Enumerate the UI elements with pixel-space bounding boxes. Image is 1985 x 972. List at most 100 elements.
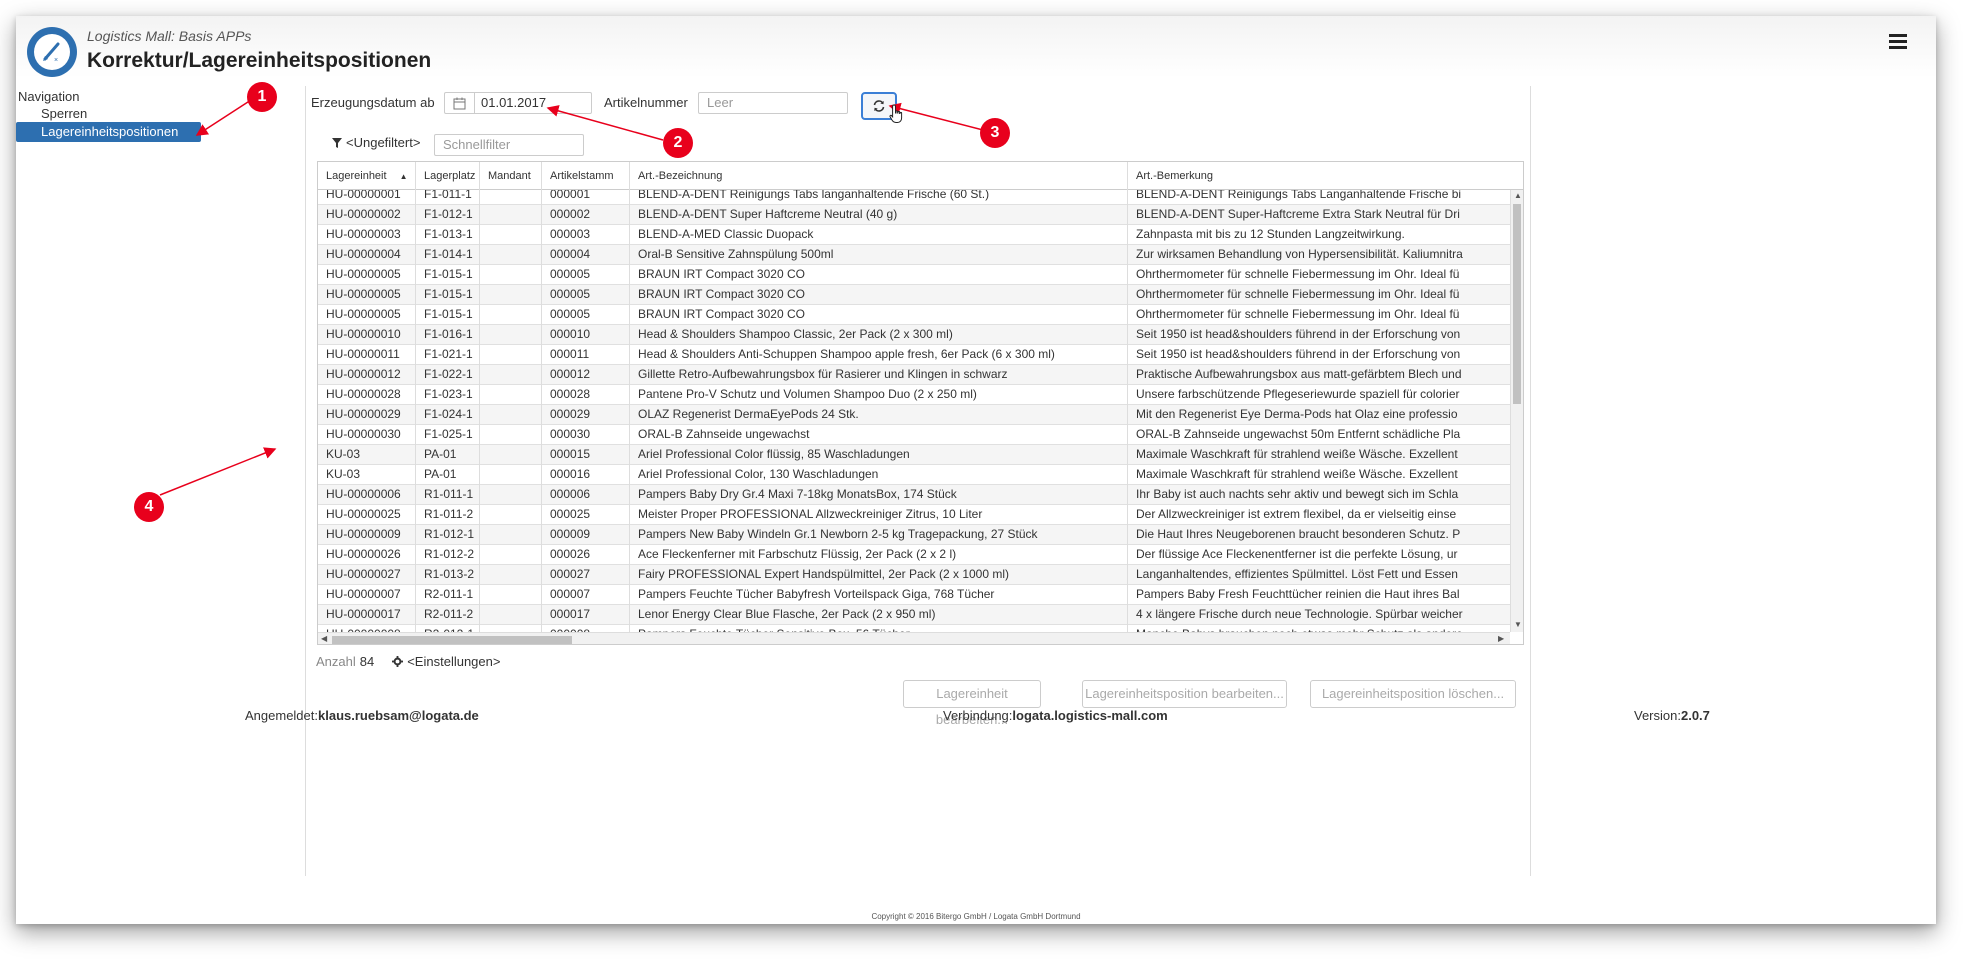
- cell-art-bezeichnung: Pantene Pro-V Schutz und Volumen Shampoo…: [630, 385, 1128, 405]
- cell-lagereinheit: HU-00000030: [318, 425, 416, 445]
- cell-artikelstamm: 000006: [542, 485, 630, 505]
- cell-lagereinheit: HU-00000028: [318, 385, 416, 405]
- column-header-lagereinheit[interactable]: Lagereinheit ▲: [318, 162, 416, 190]
- cell-art-bemerkung: Die Haut Ihres Neugeborenen braucht beso…: [1136, 527, 1461, 541]
- table-row[interactable]: HU-00000005 F1-015-1 000005 BRAUN IRT Compa…: [318, 285, 1510, 305]
- scroll-down-icon[interactable]: ▼: [1514, 620, 1522, 629]
- cell-artikelstamm: 000010: [542, 325, 630, 345]
- horizontal-scroll-thumb[interactable]: [332, 636, 572, 644]
- cell-mandant: [480, 565, 542, 585]
- table-row[interactable]: HU-00000004 F1-014-1 000004 Oral-B Sensitiv…: [318, 245, 1510, 265]
- cell-art-bemerkung: Maximale Waschkraft für strahlend weiße …: [1136, 447, 1458, 461]
- cell-mandant: [480, 425, 542, 445]
- cell-artikelstamm: 000005: [542, 265, 630, 285]
- table-row[interactable]: HU-00000025 R1-011-2 000025 Meister Proper …: [318, 505, 1510, 525]
- table-row[interactable]: HU-00000026 R1-012-2 000026 Ace Fleckenfern…: [318, 545, 1510, 565]
- column-header-mandant[interactable]: Mandant: [480, 162, 542, 190]
- column-header-artikelstamm[interactable]: Artikelstamm: [542, 162, 630, 190]
- table-row[interactable]: HU-00000005 F1-015-1 000005 BRAUN IRT Compa…: [318, 305, 1510, 325]
- edit-unit-button[interactable]: Lagereinheit bearbeiten...: [903, 680, 1041, 727]
- cell-artikelstamm: 000005: [542, 285, 630, 305]
- article-number-input[interactable]: Leer: [698, 92, 848, 114]
- table-row[interactable]: HU-00000008R2-012-1 000008Pampers Feuchte…: [318, 625, 1510, 632]
- table-row[interactable]: HU-00000027 R1-013-2 000027 Fairy PROFESSIO…: [318, 565, 1510, 585]
- cell-lagereinheit: HU-00000002: [318, 205, 416, 225]
- scroll-left-icon[interactable]: ◀: [321, 634, 327, 643]
- date-field[interactable]: 01.01.2017: [444, 92, 592, 114]
- hamburger-menu-icon[interactable]: [1889, 34, 1907, 50]
- table-row[interactable]: HU-00000017 R2-011-2 000017 Lenor Energy Cl…: [318, 605, 1510, 625]
- cell-lagerplatz: R1-012-2: [416, 545, 480, 565]
- cell-mandant: [480, 205, 542, 225]
- vertical-scroll-thumb[interactable]: [1513, 204, 1521, 404]
- table-row[interactable]: HU-00000007 R2-011-1 000007 Pampers Feuchte…: [318, 585, 1510, 605]
- scroll-right-icon[interactable]: ▶: [1498, 634, 1504, 643]
- cell-mandant: [480, 285, 542, 305]
- cell-art-bemerkung: Ohrthermometer für schnelle Fiebermessun…: [1136, 307, 1460, 321]
- svg-text:×: ×: [54, 57, 58, 64]
- connection-host: logata.logistics-mall.com: [1012, 708, 1168, 723]
- refresh-icon: [873, 100, 885, 112]
- horizontal-scrollbar[interactable]: ◀ ▶: [318, 632, 1510, 644]
- filter-toggle[interactable]: <Ungefiltert>: [332, 135, 420, 150]
- cell-lagerplatz: R2-012-1: [416, 625, 480, 632]
- cell-art-bezeichnung: Pampers Feuchte Tücher Babyfresh Vorteil…: [630, 585, 1128, 605]
- cell-art-bezeichnung: BRAUN IRT Compact 3020 CO: [630, 265, 1128, 285]
- cell-lagereinheit: HU-00000010: [318, 325, 416, 345]
- annotation-badge-3: 3: [980, 118, 1010, 148]
- cell-art-bemerkung: Ihr Baby ist auch nachts sehr aktiv und …: [1136, 487, 1459, 501]
- cell-art-bezeichnung: Pampers Baby Dry Gr.4 Maxi 7-18kg Monats…: [630, 485, 1128, 505]
- cell-artikelstamm: 000017: [542, 605, 630, 625]
- cell-mandant: [480, 545, 542, 565]
- edit-position-button[interactable]: Lagereinheitsposition bearbeiten...: [1082, 680, 1287, 708]
- table-row[interactable]: HU-00000029 F1-024-1 000029 OLAZ Regenerist…: [318, 405, 1510, 425]
- article-label: Artikelnummer: [604, 95, 688, 110]
- cell-art-bezeichnung: Fairy PROFESSIONAL Expert Handspülmittel…: [630, 565, 1128, 585]
- cell-lagereinheit: HU-00000011: [318, 345, 416, 365]
- date-label: Erzeugungsdatum ab: [311, 95, 435, 110]
- cell-artikelstamm: 000025: [542, 505, 630, 525]
- table-row[interactable]: KU-03 PA-01 000016 Ariel Professional Color…: [318, 465, 1510, 485]
- column-header-art-bemerkung[interactable]: Art.-Bemerkung: [1128, 162, 1523, 190]
- table-row[interactable]: HU-00000012 F1-022-1 000012 Gillette Retro-…: [318, 365, 1510, 385]
- cell-art-bezeichnung: BLEND-A-MED Classic Duopack: [630, 225, 1128, 245]
- count-label: Anzahl: [316, 654, 356, 669]
- vertical-scrollbar[interactable]: ▲ ▼: [1510, 190, 1523, 632]
- data-grid: Lagereinheit ▲ Lagerplatz Mandant Artike…: [317, 161, 1524, 645]
- settings-label: <Einstellungen>: [407, 654, 501, 669]
- calendar-icon[interactable]: [445, 93, 475, 113]
- sidebar-item-sperren[interactable]: Sperren: [16, 104, 201, 124]
- quick-filter-input[interactable]: Schnellfilter: [434, 134, 584, 156]
- table-row[interactable]: HU-00000002 F1-012-1 000002 BLEND-A-DENT Su…: [318, 205, 1510, 225]
- table-row[interactable]: KU-03 PA-01 000015 Ariel Professional Color…: [318, 445, 1510, 465]
- table-row[interactable]: HU-00000030 F1-025-1 000030 ORAL-B Zahnseid…: [318, 425, 1510, 445]
- cell-lagereinheit: HU-00000029: [318, 405, 416, 425]
- cell-lagerplatz: F1-023-1: [416, 385, 480, 405]
- count-row: Anzahl 84 <Einstellungen>: [316, 654, 500, 669]
- pen-icon: ×: [43, 42, 60, 64]
- table-row[interactable]: HU-00000006 R1-011-1 000006 Pampers Baby Dr…: [318, 485, 1510, 505]
- cell-lagerplatz: F1-015-1: [416, 305, 480, 325]
- cell-lagereinheit: HU-00000026: [318, 545, 416, 565]
- cell-artikelstamm: 000002: [542, 205, 630, 225]
- cell-lagerplatz: R1-011-2: [416, 505, 480, 525]
- scroll-up-icon[interactable]: ▲: [1514, 191, 1522, 200]
- cell-mandant: [480, 605, 542, 625]
- delete-position-button[interactable]: Lagereinheitsposition löschen...: [1310, 680, 1516, 708]
- column-header-art-bezeichnung[interactable]: Art.-Bezeichnung: [630, 162, 1128, 190]
- cell-art-bezeichnung: Ariel Professional Color, 130 Waschladun…: [630, 465, 1128, 485]
- cell-mandant: [480, 345, 542, 365]
- cell-art-bemerkung: ORAL-B Zahnseide ungewachst 50m Entfernt…: [1136, 427, 1461, 441]
- table-row[interactable]: HU-00000028 F1-023-1 000028 Pantene Pro-V S…: [318, 385, 1510, 405]
- settings-link[interactable]: <Einstellungen>: [392, 654, 500, 669]
- table-row[interactable]: HU-00000005 F1-015-1 000005 BRAUN IRT Compa…: [318, 265, 1510, 285]
- table-row[interactable]: HU-00000009 R1-012-1 000009 Pampers New Bab…: [318, 525, 1510, 545]
- sidebar-item-lagereinheitspositionen[interactable]: Lagereinheitspositionen: [16, 122, 201, 142]
- table-row[interactable]: HU-00000003 F1-013-1 000003 BLEND-A-MED Cla…: [318, 225, 1510, 245]
- column-header-lagerplatz[interactable]: Lagerplatz: [416, 162, 480, 190]
- cell-lagereinheit: HU-00000007: [318, 585, 416, 605]
- table-row[interactable]: HU-00000011 F1-021-1 000011 Head & Shoulder…: [318, 345, 1510, 365]
- cell-lagerplatz: F1-021-1: [416, 345, 480, 365]
- table-row[interactable]: HU-00000001 F1-011-1 000001 BLEND-A-DENT Re…: [318, 190, 1510, 205]
- table-row[interactable]: HU-00000010 F1-016-1 000010 Head & Shoulder…: [318, 325, 1510, 345]
